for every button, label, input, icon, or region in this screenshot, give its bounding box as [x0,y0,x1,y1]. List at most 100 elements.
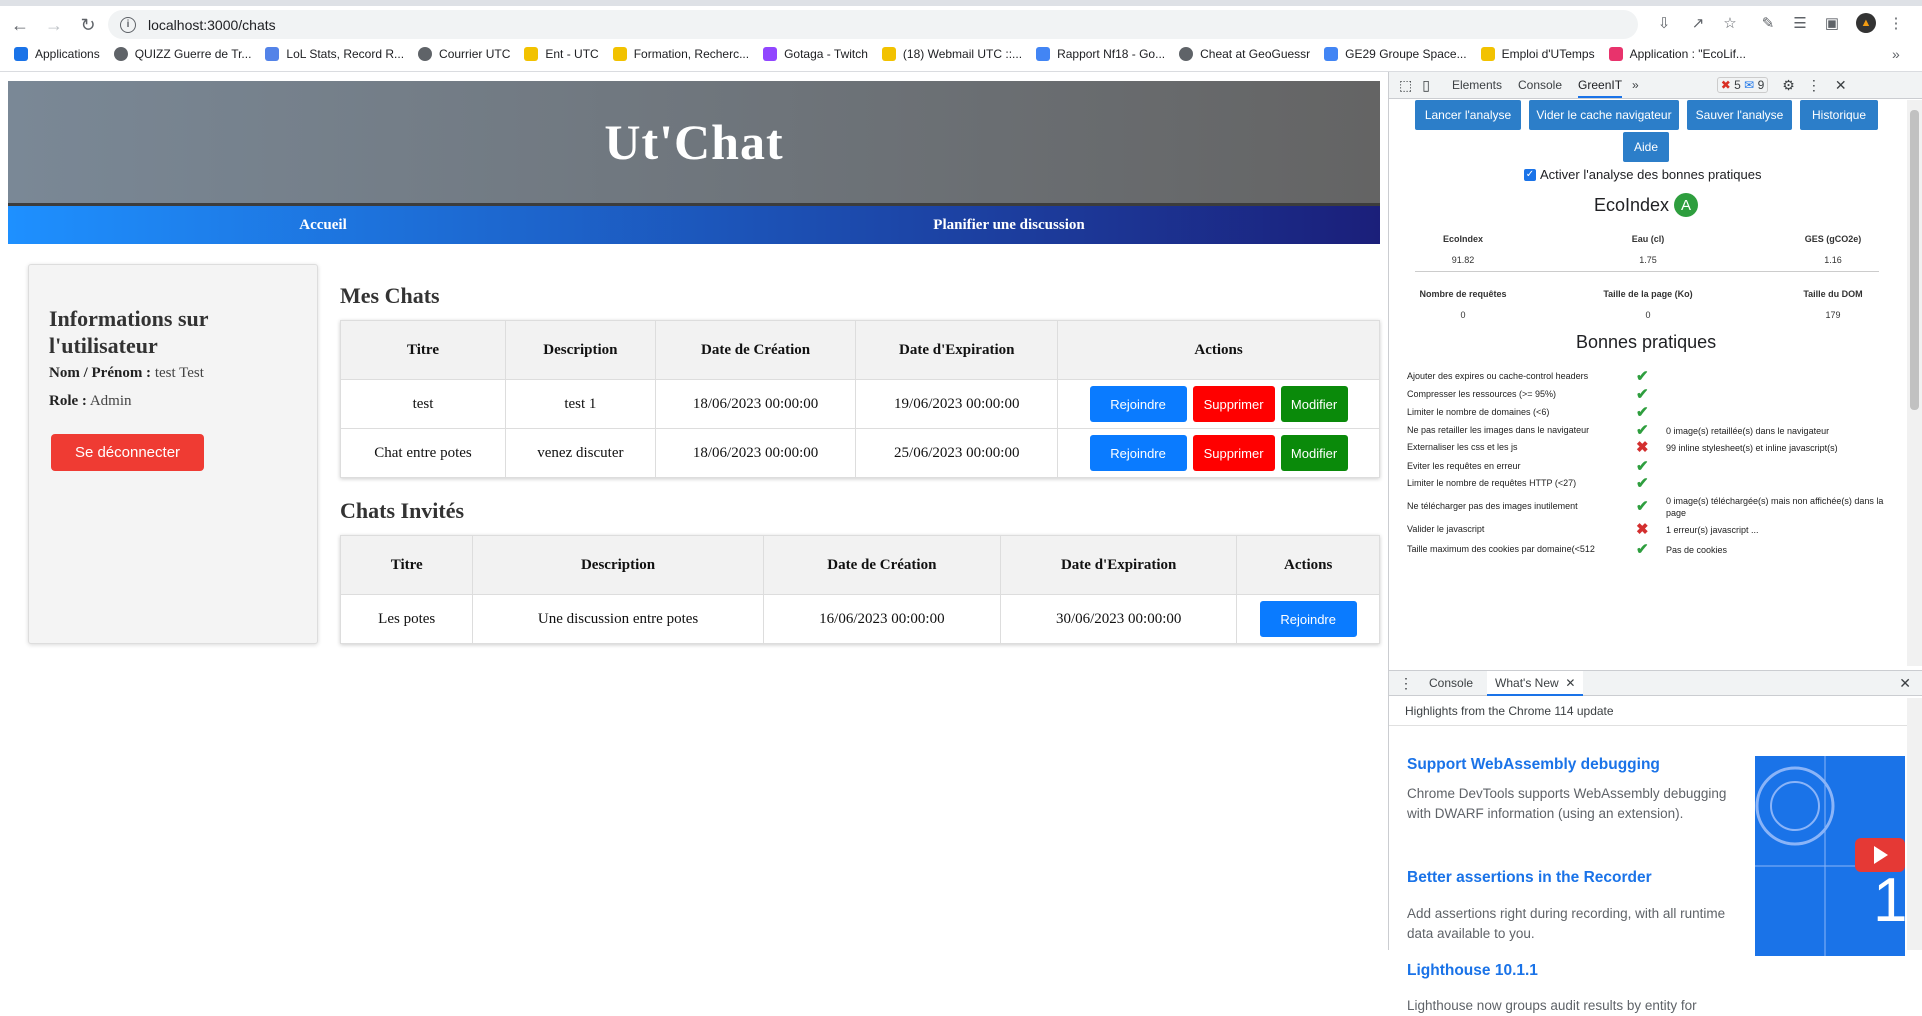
address-bar[interactable]: i localhost:3000/chats [108,10,1638,39]
svg-text:1: 1 [1873,866,1905,935]
tab-greenit[interactable]: GreenIT [1578,72,1623,98]
share-icon[interactable]: ↗ [1688,13,1708,33]
practice-rule: Eviter les requêtes en erreur [1407,461,1521,471]
history-button[interactable]: Historique [1800,100,1878,130]
drawer-tab-console[interactable]: Console [1429,676,1473,690]
logout-button[interactable]: Se déconnecter [51,434,204,471]
practice-note: 0 image(s) retaillée(s) dans le navigate… [1666,426,1830,436]
drawer-scrollbar[interactable] [1907,698,1922,950]
greenit-scroll-thumb[interactable] [1910,110,1919,410]
bookmark-item[interactable]: Formation, Recherc... [612,47,749,61]
side-panel-icon[interactable]: ▣ [1822,13,1842,33]
bookmark-item[interactable]: Gotaga - Twitch [763,47,868,61]
devtools-panel: ⬚ ▯ Elements Console GreenIT » ✖ 5 ✉ 9 ⚙… [1388,72,1922,1013]
bookmark-item[interactable]: Applications [14,47,100,61]
feature-title-link[interactable]: Support WebAssembly debugging [1407,756,1660,774]
whats-new-divider [1389,725,1907,726]
metric-label: Eau (cl) [1631,234,1665,244]
bookmark-item[interactable]: Cheat at GeoGuessr [1179,47,1310,61]
join-button[interactable]: Rejoindre [1089,386,1187,422]
device-toolbar-icon[interactable]: ▯ [1422,77,1430,94]
practice-rule: Ne télécharger pas des images inutilemen… [1407,501,1578,511]
metric-label: Taille du DOM [1803,289,1863,299]
help-button[interactable]: Aide [1623,132,1669,162]
feature-title-link[interactable]: Lighthouse 10.1.1 [1407,962,1538,980]
globe-icon [113,47,128,61]
settings-gear-icon[interactable]: ⚙ [1782,77,1795,94]
nav-planifier[interactable]: Planifier une discussion [638,206,1380,244]
utc-icon [612,47,627,61]
delete-button[interactable]: Supprimer [1192,435,1275,471]
ecoindex-title: EcoIndex [1594,194,1670,215]
bookmark-item[interactable]: GE29 Groupe Space... [1324,47,1467,61]
cell-titre: Chat entre potes [339,428,507,478]
join-button[interactable]: Rejoindre [1259,601,1357,637]
practice-rule: Valider le javascript [1407,524,1485,534]
forward-icon[interactable]: → [40,11,68,39]
metric-label: EcoIndex [1442,234,1483,244]
install-app-icon[interactable]: ⇩ [1654,13,1674,33]
clear-cache-button[interactable]: Vider le cache navigateur [1529,100,1679,130]
devtools-menu-icon[interactable]: ⋮ [1807,77,1821,94]
nav-accueil[interactable]: Accueil [8,206,638,244]
bookmark-item[interactable]: Courrier UTC [418,47,510,61]
reload-icon[interactable]: ↻ [74,11,102,39]
save-analysis-button[interactable]: Sauver l'analyse [1687,100,1792,130]
ecoindex-heading: EcoIndex A [1594,193,1699,217]
invited-chats-table: Titre Description Date de Création Date … [339,535,1380,644]
bookmark-item[interactable]: (18) Webmail UTC ::... [881,47,1022,61]
col-actions: Actions [1236,535,1380,595]
delete-button[interactable]: Supprimer [1192,386,1275,422]
chrome-menu-icon[interactable]: ⋮ [1886,13,1906,33]
whats-new-video-thumbnail[interactable]: 1 [1755,756,1905,956]
profile-avatar[interactable]: ▲ [1856,13,1876,33]
ecoindex-grade-badge: A [1674,193,1699,217]
site-info-icon[interactable]: i [120,16,136,33]
drawer-menu-icon[interactable]: ⋮ [1399,675,1413,692]
issues-counter[interactable]: ✖ 5 ✉ 9 [1716,77,1769,93]
close-drawer-icon[interactable]: ✕ [1899,675,1911,692]
metric-value: 0 [1645,310,1651,320]
tab-elements[interactable]: Elements [1452,78,1502,92]
col-description: Description [505,320,656,380]
close-tab-icon[interactable]: ✕ [1565,676,1575,690]
col-titre: Titre [339,535,474,595]
bookmark-item[interactable]: Ent - UTC [524,47,599,61]
tab-console[interactable]: Console [1518,78,1562,92]
bookmark-item[interactable]: LoL Stats, Record R... [265,47,404,61]
checkbox-checked-icon[interactable]: ✓ [1524,168,1536,181]
bookmark-item[interactable]: QUIZZ Guerre de Tr... [113,47,251,61]
feature-title-link[interactable]: Better assertions in the Recorder [1407,869,1652,887]
more-bookmarks-icon[interactable]: » [1892,46,1900,62]
metric-label: Nombre de requêtes [1419,289,1507,299]
media-control-icon[interactable]: ☰ [1790,13,1810,33]
join-button[interactable]: Rejoindre [1089,435,1187,471]
metric-value: 1.16 [1824,255,1842,265]
extensions-icon[interactable]: ✎ [1758,13,1778,33]
more-tabs-icon[interactable]: » [1632,78,1639,92]
practice-rule: Limiter le nombre de domaines (<6) [1407,407,1550,417]
inspect-element-icon[interactable]: ⬚ [1399,77,1412,94]
best-practices-toggle[interactable]: ✓ Activer l'analyse des bonnes pratiques [1524,167,1761,182]
launch-analysis-button[interactable]: Lancer l'analyse [1415,100,1521,130]
edit-button[interactable]: Modifier [1280,386,1348,422]
col-description: Description [472,535,764,595]
best-practices-label: Activer l'analyse des bonnes pratiques [1540,167,1762,182]
bookmark-item[interactable]: Emploi d'UTemps [1480,47,1595,61]
close-devtools-icon[interactable]: ✕ [1835,77,1847,94]
bookmark-star-icon[interactable]: ☆ [1720,13,1740,33]
cell-date-expiration: 19/06/2023 00:00:00 [855,379,1059,429]
bookmark-item[interactable]: Application : "EcoLif... [1608,47,1746,61]
cross-icon: ✖ [1636,521,1649,538]
edit-button[interactable]: Modifier [1280,435,1348,471]
devtools-tabbar: ⬚ ▯ Elements Console GreenIT » ✖ 5 ✉ 9 ⚙… [1389,72,1922,99]
drawer-tab-whats-new[interactable]: What's New ✕ [1487,670,1584,696]
my-chats-table: Titre Description Date de Création Date … [339,320,1380,478]
user-name-value: test Test [154,365,204,381]
back-icon[interactable]: ← [6,11,34,39]
utc-icon [524,47,539,61]
cell-date-expiration: 30/06/2023 00:00:00 [1000,594,1238,644]
bookmark-label: GE29 Groupe Space... [1345,47,1467,61]
bookmark-item[interactable]: Rapport Nf18 - Go... [1036,47,1165,61]
check-icon: ✔ [1636,404,1649,421]
